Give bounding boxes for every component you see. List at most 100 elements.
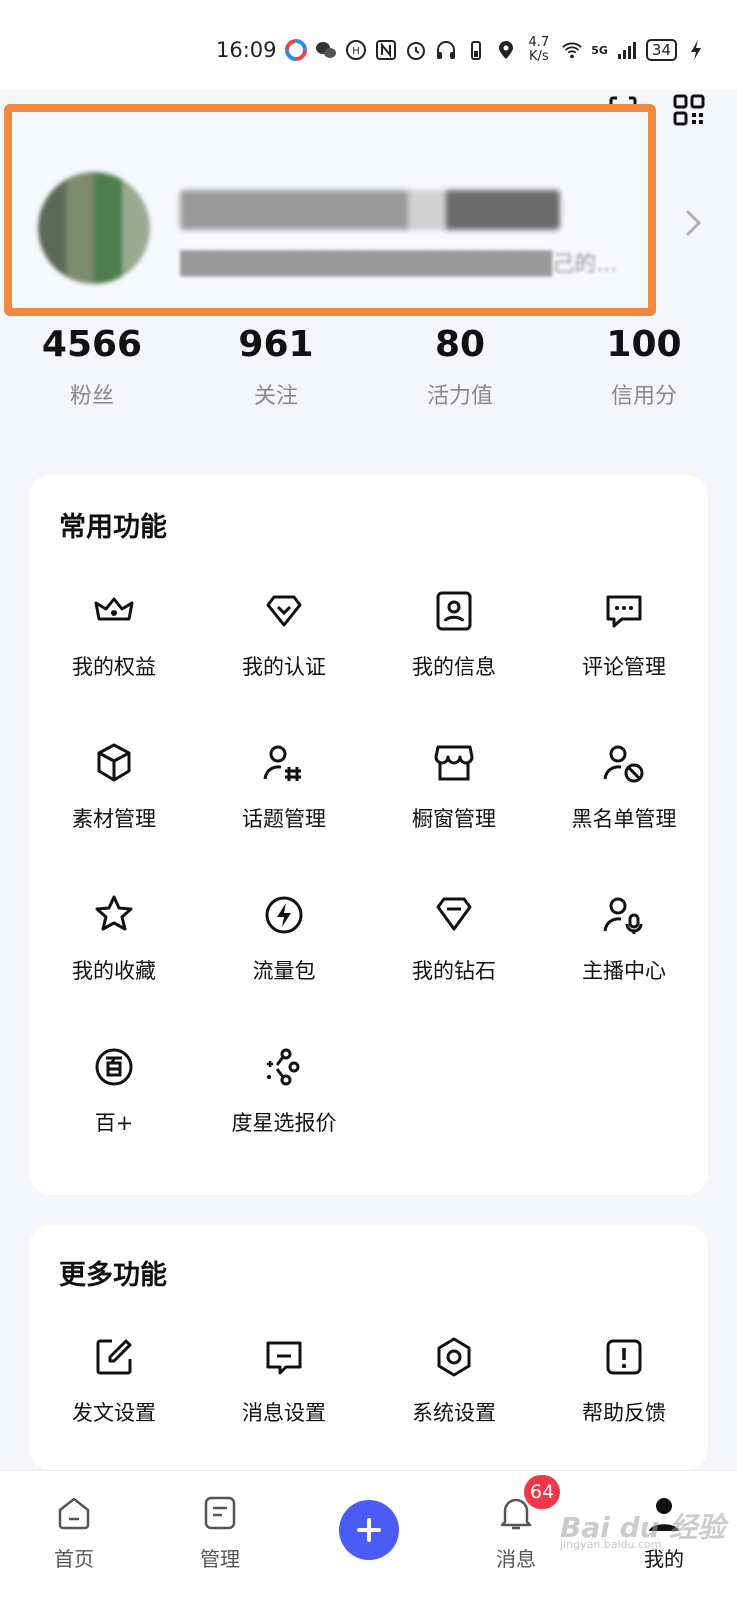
diamond-icon — [436, 897, 472, 931]
function-item[interactable]: 百+ — [29, 1043, 199, 1137]
nfc-icon — [375, 39, 397, 61]
function-item[interactable]: 我的收藏 — [29, 891, 199, 985]
function-item[interactable]: 我的认证 — [199, 587, 369, 681]
wechat-icon — [315, 39, 337, 61]
tab-home[interactable]: 首页 — [24, 1493, 124, 1572]
battery-level: 34 — [645, 39, 677, 61]
settings-hex-icon — [437, 1337, 471, 1377]
function-item[interactable]: 度星选报价 — [199, 1043, 369, 1137]
function-item[interactable]: 评论管理 — [539, 587, 709, 681]
watermark-url: jingyan.baidu.com — [560, 1538, 662, 1551]
function-item[interactable]: 橱窗管理 — [369, 739, 539, 833]
signal-icon — [616, 39, 638, 61]
user-mic-icon — [603, 897, 643, 934]
function-item[interactable]: 话题管理 — [199, 739, 369, 833]
stat-fans[interactable]: 4566 粉丝 — [22, 320, 162, 410]
status-row: 16:09 H 4.7 K/s 5G 34 — [216, 30, 707, 70]
messages-badge: 64 — [524, 1475, 561, 1509]
user-hash-icon — [263, 745, 301, 781]
stats-row: 4566 粉丝 961 关注 80 活力值 100 信用分 — [0, 320, 737, 420]
alarm-icon — [405, 39, 427, 61]
comment-icon — [606, 595, 642, 628]
function-item[interactable]: 系统设置 — [369, 1333, 539, 1427]
bai-plus-icon — [95, 1048, 133, 1086]
headphones-icon — [435, 39, 457, 61]
user-card-icon — [436, 591, 472, 631]
manage-icon — [204, 1496, 236, 1530]
function-label: 我的信息 — [412, 655, 496, 679]
stat-value: 80 — [434, 324, 486, 365]
function-label: 百+ — [94, 1111, 134, 1135]
tab-manage[interactable]: 管理 — [170, 1493, 270, 1572]
lightning-icon — [265, 896, 303, 934]
function-label: 系统设置 — [412, 1401, 496, 1425]
function-item[interactable]: 我的权益 — [29, 587, 199, 681]
function-label: 我的收藏 — [72, 959, 156, 983]
net-speed-unit: K/s — [529, 49, 549, 64]
sparkle-icon — [267, 1048, 300, 1086]
function-label: 我的钻石 — [412, 959, 496, 983]
wifi-icon — [561, 39, 583, 61]
function-item[interactable]: 帮助反馈 — [539, 1333, 709, 1427]
function-label: 流量包 — [252, 959, 316, 983]
stat-following[interactable]: 961 关注 — [206, 320, 346, 410]
stat-label: 关注 — [253, 384, 298, 409]
network-type: 5G — [591, 43, 608, 57]
shop-icon — [434, 745, 474, 781]
profile-name: ████████ — [180, 190, 560, 230]
profile-card[interactable]: ████████ ██████████████████████己的... — [4, 104, 656, 316]
function-item[interactable]: 黑名单管理 — [539, 739, 709, 833]
net-speed-value: 4.7 — [528, 35, 550, 50]
user-block-icon — [603, 745, 644, 783]
stat-value: 961 — [238, 324, 314, 365]
function-label: 帮助反馈 — [582, 1401, 666, 1425]
edit-icon — [96, 1339, 132, 1375]
function-label: 素材管理 — [72, 807, 156, 831]
help-icon — [606, 1339, 642, 1375]
stat-value: 4566 — [41, 324, 143, 365]
section-title: 常用功能 — [59, 512, 167, 543]
stat-vitality[interactable]: 80 活力值 — [390, 320, 530, 410]
common-functions-card: 常用功能 我的权益 我的认证 我的信息 评论管理 素材管理 话题管理 橱窗管理 … — [29, 475, 708, 1195]
function-item[interactable]: 我的信息 — [369, 587, 539, 681]
function-label: 话题管理 — [242, 807, 326, 831]
function-item[interactable]: 流量包 — [199, 891, 369, 985]
function-item[interactable]: 消息设置 — [199, 1333, 369, 1427]
stat-label: 活力值 — [426, 384, 493, 409]
net-speed: 4.7 K/s — [529, 36, 550, 64]
chevron-right-icon[interactable] — [683, 208, 703, 238]
function-label: 黑名单管理 — [571, 807, 677, 831]
function-item[interactable]: 我的钻石 — [369, 891, 539, 985]
home-icon — [58, 1497, 90, 1530]
avatar[interactable] — [38, 172, 150, 284]
function-item[interactable]: 主播中心 — [539, 891, 709, 985]
app-notification-icon — [284, 39, 307, 61]
stat-label: 粉丝 — [69, 384, 114, 409]
publish-button[interactable] — [339, 1500, 399, 1560]
stat-value: 100 — [606, 324, 682, 365]
sim-icon: H — [345, 39, 367, 61]
function-label: 我的认证 — [242, 655, 326, 679]
function-item[interactable]: 素材管理 — [29, 739, 199, 833]
tab-label: 消息 — [496, 1547, 536, 1571]
function-label: 橱窗管理 — [412, 807, 496, 831]
charging-icon — [685, 39, 707, 61]
function-label: 度星选报价 — [231, 1111, 337, 1135]
function-label: 消息设置 — [242, 1401, 326, 1425]
stat-credit[interactable]: 100 信用分 — [574, 320, 714, 410]
badge-check-icon — [266, 595, 302, 627]
function-label: 发文设置 — [72, 1401, 156, 1425]
function-item[interactable]: 发文设置 — [29, 1333, 199, 1427]
tab-label: 管理 — [200, 1547, 240, 1571]
device-battery-icon — [465, 39, 487, 61]
message-icon — [266, 1341, 302, 1375]
cube-icon — [97, 743, 131, 782]
status-bar: 16:09 H 4.7 K/s 5G 34 — [0, 0, 737, 90]
plus-icon — [357, 1518, 381, 1542]
qr-code-icon[interactable] — [671, 92, 707, 128]
star-icon — [95, 895, 133, 931]
profile-bio: ██████████████████████己的... — [180, 252, 618, 277]
stat-label: 信用分 — [610, 384, 677, 409]
function-label: 我的权益 — [72, 655, 156, 679]
status-time: 16:09 — [216, 38, 277, 62]
